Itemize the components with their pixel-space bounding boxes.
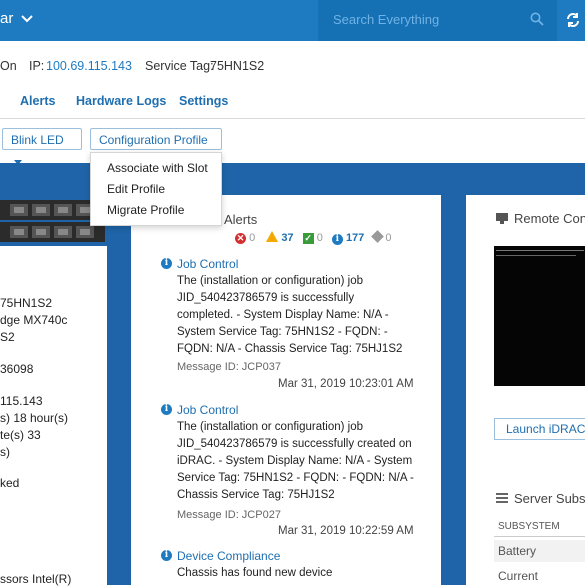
- ip-link[interactable]: 100.69.115.143: [46, 59, 132, 73]
- info-line: S2: [0, 330, 15, 344]
- remote-console-title: Remote Con: [514, 211, 585, 226]
- info-icon: i: [161, 550, 172, 561]
- alert-line: JID_540423786579 is successfully created…: [177, 438, 412, 450]
- ok-count[interactable]: 0: [317, 232, 323, 244]
- info-line: ssors Intel(R): [0, 572, 72, 586]
- refresh-icon: [567, 13, 579, 27]
- chevron-down-icon: [20, 15, 33, 23]
- critical-icon: ✕: [235, 233, 246, 244]
- info-line: dge MX740c: [0, 313, 68, 327]
- alert-line: completed. - System Display Name: N/A -: [177, 309, 389, 321]
- info-count[interactable]: 177: [346, 232, 364, 244]
- alert-line: System Service Tag: 75HN1S2 - FQDN: -: [177, 326, 388, 338]
- tab-alerts[interactable]: Alerts: [20, 94, 55, 108]
- info-icon: i: [161, 258, 172, 269]
- service-tag-label: Service Tag:: [145, 59, 214, 73]
- alert-line: The (installation or configuration) job: [177, 275, 364, 287]
- menu-item-migrate-profile[interactable]: Migrate Profile: [107, 203, 184, 217]
- blink-led-button[interactable]: Blink LED: [2, 128, 82, 165]
- alert-title[interactable]: Job Control: [177, 257, 238, 271]
- alert-message-id: Message ID: JCP037: [177, 361, 281, 373]
- info-line: te(s) 33: [0, 428, 41, 442]
- alert-line: Chassis has found new device: [177, 567, 333, 579]
- menu-item-associate-with-slot[interactable]: Associate with Slot: [107, 161, 208, 175]
- critical-count[interactable]: 0: [249, 232, 255, 244]
- unknown-icon: [371, 230, 385, 243]
- list-icon: [496, 493, 508, 503]
- unknown-count[interactable]: 0: [385, 232, 391, 244]
- info-icon: i: [161, 404, 172, 415]
- alert-description: The (installation or configuration) job …: [177, 419, 414, 504]
- alert-line: FQDN: N/A - Chassis Service Tag: 75HJ1S2: [177, 343, 403, 355]
- alert-counts: ✕ 0 37 ✓ 0 i 177 0: [235, 230, 392, 245]
- table-row: Current: [498, 569, 539, 583]
- system-info-panel: 75HN1S2 dge MX740c S2 36098 115.143 s) 1…: [0, 246, 107, 586]
- warning-count[interactable]: 37: [281, 232, 293, 244]
- menu-item-edit-profile[interactable]: Edit Profile: [107, 182, 165, 196]
- search-placeholder: Search Everything: [333, 12, 440, 27]
- ok-icon: ✓: [302, 233, 314, 244]
- table-row: Battery: [494, 540, 585, 562]
- info-line: s): [0, 445, 10, 459]
- app-menu-toggle[interactable]: ar: [0, 10, 33, 27]
- app-menu-label: ar: [0, 10, 14, 27]
- alert-line: The (installation or configuration) job: [177, 421, 364, 433]
- configuration-profile-button[interactable]: Configuration Profile: [90, 128, 222, 165]
- tab-divider: [0, 118, 585, 119]
- alert-line: Service Tag: 75HN1S2 - FQDN: - FQDN: N/A…: [177, 472, 414, 484]
- launch-idrac-button[interactable]: Launch iDRAC: [494, 418, 585, 440]
- ip-link[interactable]: 115.143: [0, 394, 43, 408]
- alert-timestamp: Mar 31, 2019 10:22:59 AM: [278, 525, 414, 537]
- configuration-profile-menu: Associate with Slot Edit Profile Migrate…: [90, 152, 222, 226]
- alerts-title: Alerts: [224, 212, 258, 227]
- info-icon: i: [331, 234, 343, 245]
- warning-icon: [266, 231, 279, 242]
- monitor-icon: [496, 213, 508, 224]
- alert-timestamp: Mar 31, 2019 10:23:01 AM: [278, 378, 414, 390]
- alert-description: Chassis has found new device: [177, 565, 332, 582]
- alert-line: JID_540423786579 is successfully: [177, 292, 355, 304]
- info-line: 75HN1S2: [0, 296, 53, 310]
- alert-description: The (installation or configuration) job …: [177, 273, 402, 358]
- alert-line: Chassis Service Tag: 75HJ1S2: [177, 489, 335, 501]
- info-line: 36098: [0, 362, 34, 376]
- right-panel: Remote Con Launch iDRAC Server Subs SUBS…: [466, 195, 585, 585]
- blink-led-label: Blink LED: [11, 133, 64, 147]
- service-tag-value: 75HN1S2: [210, 59, 265, 73]
- tab-hardware-logs[interactable]: Hardware Logs: [76, 94, 166, 108]
- console-preview[interactable]: [494, 246, 585, 386]
- info-line: s) 18 hour(s): [0, 411, 69, 425]
- configuration-profile-label: Configuration Profile: [99, 133, 208, 147]
- alert-message-id: Message ID: JCP027: [177, 509, 281, 521]
- ip-label: IP:: [29, 59, 45, 73]
- alert-title[interactable]: Job Control: [177, 403, 238, 417]
- table-header: SUBSYSTEM: [494, 517, 585, 537]
- alert-title[interactable]: Device Compliance: [177, 549, 280, 563]
- refresh-button[interactable]: [557, 0, 585, 41]
- alert-line: iDRAC. - System Display Name: N/A - Syst…: [177, 455, 413, 467]
- alerts-panel: Alerts ✕ 0 37 ✓ 0 i 177 0 i Job Control …: [131, 195, 441, 585]
- info-line: ked: [0, 476, 20, 490]
- tab-settings[interactable]: Settings: [179, 94, 228, 108]
- server-subsystem-title: Server Subs: [514, 491, 585, 506]
- power-state: On: [0, 59, 17, 73]
- search-icon[interactable]: [530, 12, 544, 31]
